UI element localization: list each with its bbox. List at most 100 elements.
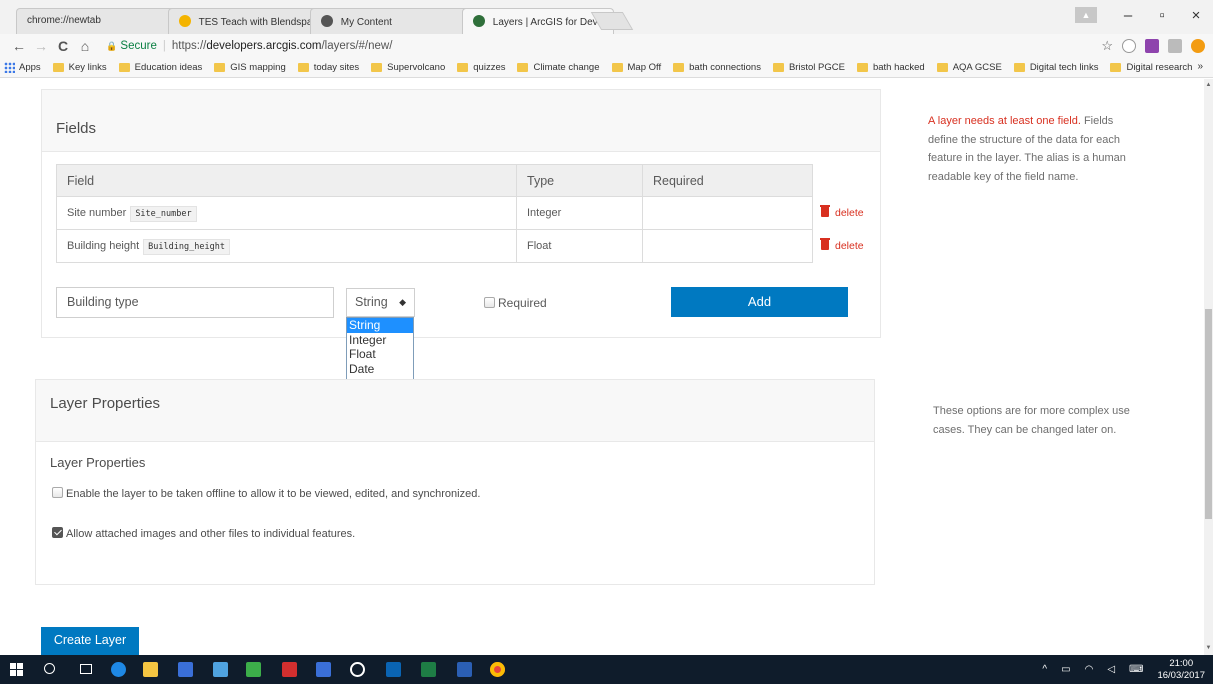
volume-icon[interactable]: ◁ xyxy=(1107,664,1115,675)
file-explorer-icon[interactable] xyxy=(143,662,158,677)
dropdown-option-float[interactable]: Float xyxy=(347,347,413,362)
tab-my-content[interactable]: My Content × xyxy=(310,8,482,34)
url-field[interactable]: 🔒 Secure | https://developers.arcgis.com/l… xyxy=(106,40,392,52)
alert-extension-icon[interactable] xyxy=(1191,39,1205,53)
bookmark-folder[interactable]: Key links xyxy=(52,62,107,73)
bookmark-folder[interactable]: Bristol PGCE xyxy=(772,62,845,73)
attachments-option-label: Allow attached images and other files to… xyxy=(66,528,356,540)
add-field-button[interactable]: Add xyxy=(671,287,848,317)
acrobat-icon[interactable] xyxy=(282,662,297,677)
url-host: developers.arcgis.com xyxy=(206,40,322,52)
field-required-cell xyxy=(642,229,813,263)
publisher-app-icon[interactable] xyxy=(246,662,261,677)
layer-properties-help-text: These options are for more complex use c… xyxy=(933,405,1130,436)
column-header-type: Type xyxy=(516,164,643,197)
dropdown-option-integer[interactable]: Integer xyxy=(347,333,413,348)
home-button[interactable]: ⌂ xyxy=(76,38,94,54)
bookmark-folder[interactable]: Digital tech links xyxy=(1013,62,1098,73)
extension-icon[interactable] xyxy=(1168,39,1182,53)
scroll-down-icon[interactable]: ▼ xyxy=(1204,644,1213,653)
bookmark-folder[interactable]: Map Off xyxy=(611,62,661,73)
bookmark-folder[interactable]: bath hacked xyxy=(856,62,925,73)
scroll-up-icon[interactable]: ▲ xyxy=(1204,81,1213,90)
tab-newtab[interactable]: chrome://newtab × xyxy=(16,8,188,34)
word-icon[interactable] xyxy=(457,662,472,677)
back-button[interactable]: ← xyxy=(10,38,28,54)
field-type-select[interactable]: String ◆ xyxy=(346,288,415,317)
bookmark-folder[interactable]: quizzes xyxy=(457,62,505,73)
sims-app-icon[interactable] xyxy=(316,662,331,677)
onenote-extension-icon[interactable] xyxy=(1145,39,1159,53)
fields-title: Fields xyxy=(56,120,97,137)
offline-option-label: Enable the layer to be taken offline to … xyxy=(66,488,481,500)
delete-field-button[interactable]: delete xyxy=(820,205,864,219)
bookmark-folder[interactable]: AQA GCSE xyxy=(936,62,1002,73)
wifi-icon[interactable]: ◠ xyxy=(1085,664,1094,675)
layer-properties-title: Layer Properties xyxy=(50,395,161,412)
extension-icon[interactable] xyxy=(1122,39,1136,53)
search-icon[interactable] xyxy=(44,663,55,674)
bookmark-folder[interactable]: Education ideas xyxy=(118,62,202,73)
minimize-button[interactable]: – xyxy=(1111,7,1145,24)
bookmark-apps[interactable]: Apps xyxy=(4,62,41,73)
required-checkbox-group[interactable]: Required xyxy=(484,296,547,310)
tab-title: chrome://newtab xyxy=(27,15,101,26)
bookmark-folder[interactable]: Supervolcano xyxy=(371,62,445,73)
clock-date: 16/03/2017 xyxy=(1157,669,1205,681)
dropdown-option-string[interactable]: String xyxy=(347,318,413,333)
required-label: Required xyxy=(498,296,547,310)
windows-start-icon[interactable] xyxy=(10,663,23,676)
field-required-cell xyxy=(642,196,813,230)
chrome-icon[interactable] xyxy=(490,662,505,677)
field-type-cell: Float xyxy=(516,229,643,263)
fields-help-text: A layer needs at least one field. Fields… xyxy=(928,115,1126,183)
dropdown-option-date[interactable]: Date xyxy=(347,362,413,377)
new-field-name-input[interactable]: Building type xyxy=(56,287,334,318)
column-header-field: Field xyxy=(56,164,517,197)
required-checkbox[interactable] xyxy=(484,297,495,308)
offline-checkbox[interactable] xyxy=(52,487,63,498)
outlook-icon[interactable] xyxy=(386,662,401,677)
delete-field-button[interactable]: delete xyxy=(820,238,864,252)
restore-button[interactable]: ▫ xyxy=(1145,7,1179,24)
trash-icon xyxy=(820,238,830,250)
task-view-icon[interactable] xyxy=(80,664,92,674)
attachments-checkbox[interactable] xyxy=(52,527,63,538)
folder-icon xyxy=(517,63,529,72)
bookmark-folder[interactable]: today sites xyxy=(297,62,359,73)
tab-tes[interactable]: TES Teach with Blendspa × xyxy=(168,8,326,34)
page-scrollbar[interactable]: ▲ ▼ xyxy=(1204,79,1213,655)
profile-icon[interactable]: ▲ xyxy=(1075,7,1097,23)
edge-browser-icon[interactable] xyxy=(111,662,126,677)
more-bookmarks-button[interactable]: » xyxy=(1197,61,1203,72)
windows-taskbar: ^ ▭ ◠ ◁ ⌨ 21:00 16/03/2017 xyxy=(0,655,1213,684)
bookmark-folder[interactable]: bath connections xyxy=(673,62,761,73)
trash-icon xyxy=(820,205,830,217)
bookmark-folder[interactable]: Climate change xyxy=(517,62,600,73)
create-layer-button[interactable]: Create Layer xyxy=(41,627,139,655)
star-icon[interactable]: ☆ xyxy=(1101,38,1113,54)
excel-icon[interactable] xyxy=(421,662,436,677)
select-arrows-icon: ◆ xyxy=(399,297,406,307)
tray-expand-icon[interactable]: ^ xyxy=(1042,664,1047,675)
field-name-cell: Site number Site_number xyxy=(56,196,517,230)
offline-option[interactable]: Enable the layer to be taken offline to … xyxy=(52,487,480,500)
field-alias: Site_number xyxy=(130,206,197,222)
bookmark-folder[interactable]: GIS mapping xyxy=(214,62,286,73)
forward-button[interactable]: → xyxy=(32,38,50,54)
reload-button[interactable]: C xyxy=(54,38,72,54)
keyboard-icon[interactable]: ⌨ xyxy=(1129,664,1143,675)
media-app-icon[interactable] xyxy=(350,662,365,677)
system-clock[interactable]: 21:00 16/03/2017 xyxy=(1157,658,1205,682)
sims-app-icon[interactable] xyxy=(178,662,193,677)
field-name-cell: Building height Building_height xyxy=(56,229,517,263)
scroll-thumb[interactable] xyxy=(1205,309,1212,519)
folder-icon xyxy=(214,63,226,72)
bookmark-folder[interactable]: Digital research xyxy=(1110,62,1192,73)
address-bar: ← → C ⌂ 🔒 Secure | https://developers.arcg… xyxy=(0,34,1213,58)
close-window-button[interactable]: × xyxy=(1179,7,1213,24)
fields-warning: A layer needs at least one field. xyxy=(928,115,1081,127)
attachments-option[interactable]: Allow attached images and other files to… xyxy=(52,527,355,540)
battery-icon[interactable]: ▭ xyxy=(1061,664,1070,675)
app-icon[interactable] xyxy=(213,662,228,677)
